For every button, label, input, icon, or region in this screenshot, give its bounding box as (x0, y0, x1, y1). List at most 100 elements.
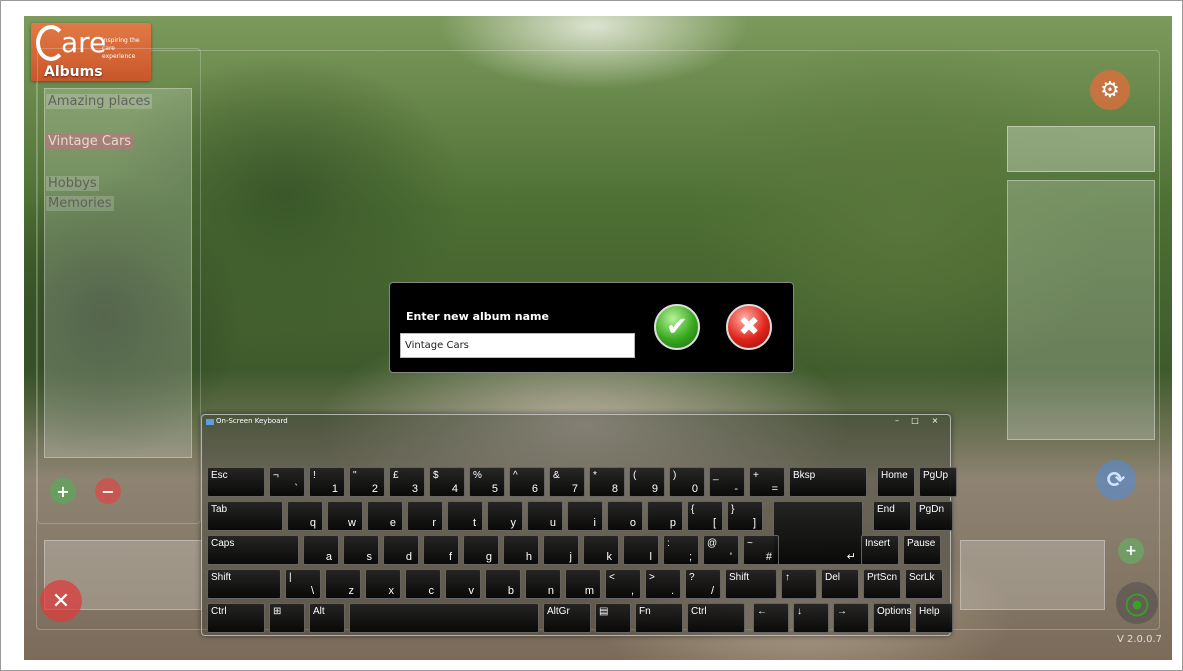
key-o[interactable]: o (607, 501, 643, 531)
menu-key-icon[interactable]: ▤ (595, 603, 631, 633)
key-2[interactable]: " 2 (349, 467, 385, 497)
key-e[interactable]: e (367, 501, 403, 531)
print-screen-key[interactable]: PrtScn (863, 569, 901, 599)
key-z[interactable]: z (325, 569, 361, 599)
arrow-down-key[interactable]: ↓ (793, 603, 829, 633)
key-/[interactable]: ? / (685, 569, 721, 599)
key-c[interactable]: c (405, 569, 441, 599)
shift-key[interactable]: Shift (207, 569, 281, 599)
key-k[interactable]: k (583, 535, 619, 565)
space-key[interactable] (349, 603, 539, 633)
key-y[interactable]: y (487, 501, 523, 531)
alt-key[interactable]: Alt (309, 603, 345, 633)
ctrl-key[interactable]: Ctrl (207, 603, 265, 633)
close-icon[interactable]: ✕ (40, 580, 82, 622)
key-0[interactable]: ) 0 (669, 467, 705, 497)
key-][interactable]: }] (727, 501, 763, 531)
key-m[interactable]: m (565, 569, 601, 599)
key-7[interactable]: & 7 (549, 467, 585, 497)
album-item[interactable]: Memories (46, 196, 114, 211)
end-key[interactable]: End (873, 501, 911, 531)
arrow-left-key[interactable]: ← (753, 603, 789, 633)
album-name-input[interactable] (400, 333, 635, 358)
key-h[interactable]: h (503, 535, 539, 565)
key-label: Caps (211, 538, 235, 549)
key-d[interactable]: d (383, 535, 419, 565)
key-t[interactable]: t (447, 501, 483, 531)
album-item[interactable]: Amazing places (46, 94, 153, 109)
key-#[interactable]: ~ # (743, 535, 779, 565)
arrow-up-key[interactable]: ↑ (781, 569, 817, 599)
tab-key[interactable]: Tab (207, 501, 283, 531)
cancel-button[interactable]: ✖ (726, 304, 772, 350)
caps-lock-key[interactable]: Caps (207, 535, 299, 565)
enter-key[interactable]: ↵ (773, 501, 863, 565)
close-button[interactable]: × (928, 416, 942, 426)
delete-key[interactable]: Del (821, 569, 859, 599)
key-a[interactable]: a (303, 535, 339, 565)
key-8[interactable]: * 8 (589, 467, 625, 497)
key-=[interactable]: + = (749, 467, 785, 497)
key-label: Shift (211, 572, 232, 583)
insert-key[interactable]: Insert (861, 535, 899, 565)
album-item[interactable]: Hobbys (46, 176, 99, 191)
page-up-key[interactable]: PgUp (919, 467, 957, 497)
key-x[interactable]: x (365, 569, 401, 599)
key-5[interactable]: % 5 (469, 467, 505, 497)
shift-key[interactable]: Shift (725, 569, 777, 599)
add-icon[interactable]: + (1118, 538, 1144, 564)
key-`[interactable]: ¬ ` (269, 467, 305, 497)
arrow-right-key[interactable]: → (833, 603, 869, 633)
key-n[interactable]: n (525, 569, 561, 599)
wifi-signal-icon[interactable]: ⦿ (1116, 582, 1158, 624)
options-key[interactable]: Options (873, 603, 911, 633)
add-album-icon[interactable]: + (50, 478, 76, 504)
key-label: 1 (331, 483, 338, 495)
key-\[interactable]: | \ (285, 569, 321, 599)
scroll-lock-key[interactable]: ScrLk (905, 569, 943, 599)
key-4[interactable]: $4 (429, 467, 465, 497)
refresh-icon[interactable]: ⟳ (1096, 460, 1136, 500)
key-'[interactable]: @ ' (703, 535, 739, 565)
key-v[interactable]: v (445, 569, 481, 599)
key--[interactable]: _ - (709, 467, 745, 497)
key-s[interactable]: s (343, 535, 379, 565)
osk-titlebar[interactable]: On-Screen Keyboard – □ × (202, 415, 950, 429)
confirm-button[interactable]: ✔ (654, 304, 700, 350)
minimize-button[interactable]: – (890, 416, 904, 426)
key-j[interactable]: j (543, 535, 579, 565)
ctrl-key[interactable]: Ctrl (687, 603, 745, 633)
key-b[interactable]: b (485, 569, 521, 599)
key-g[interactable]: g (463, 535, 499, 565)
windows-key-icon[interactable]: ⊞ (269, 603, 305, 633)
key-;[interactable]: :; (663, 535, 699, 565)
remove-album-icon[interactable]: − (95, 478, 121, 504)
key-.[interactable]: >. (645, 569, 681, 599)
key-l[interactable]: l (623, 535, 659, 565)
key-,[interactable]: <, (605, 569, 641, 599)
key-6[interactable]: ^ 6 (509, 467, 545, 497)
key-q[interactable]: q (287, 501, 323, 531)
backspace-key[interactable]: Bksp (789, 467, 867, 497)
key-9[interactable]: (9 (629, 467, 665, 497)
key-i[interactable]: i (567, 501, 603, 531)
home-key[interactable]: Home (877, 467, 915, 497)
key-3[interactable]: £3 (389, 467, 425, 497)
key-r[interactable]: r (407, 501, 443, 531)
key-w[interactable]: w (327, 501, 363, 531)
key-label: % (473, 470, 482, 481)
fn-key[interactable]: Fn (635, 603, 683, 633)
altgr-key[interactable]: AltGr (543, 603, 591, 633)
key-1[interactable]: ! 1 (309, 467, 345, 497)
esc-key[interactable]: Esc (207, 467, 265, 497)
key-p[interactable]: p (647, 501, 683, 531)
page-down-key[interactable]: PgDn (915, 501, 953, 531)
key-u[interactable]: u (527, 501, 563, 531)
key-f[interactable]: f (423, 535, 459, 565)
settings-icon[interactable]: ⚙ (1090, 70, 1130, 110)
album-item-selected[interactable]: Vintage Cars (46, 134, 134, 149)
help-key[interactable]: Help (915, 603, 953, 633)
pause-key[interactable]: Pause (903, 535, 941, 565)
maximize-button[interactable]: □ (908, 416, 922, 426)
key-[[interactable]: {[ (687, 501, 723, 531)
